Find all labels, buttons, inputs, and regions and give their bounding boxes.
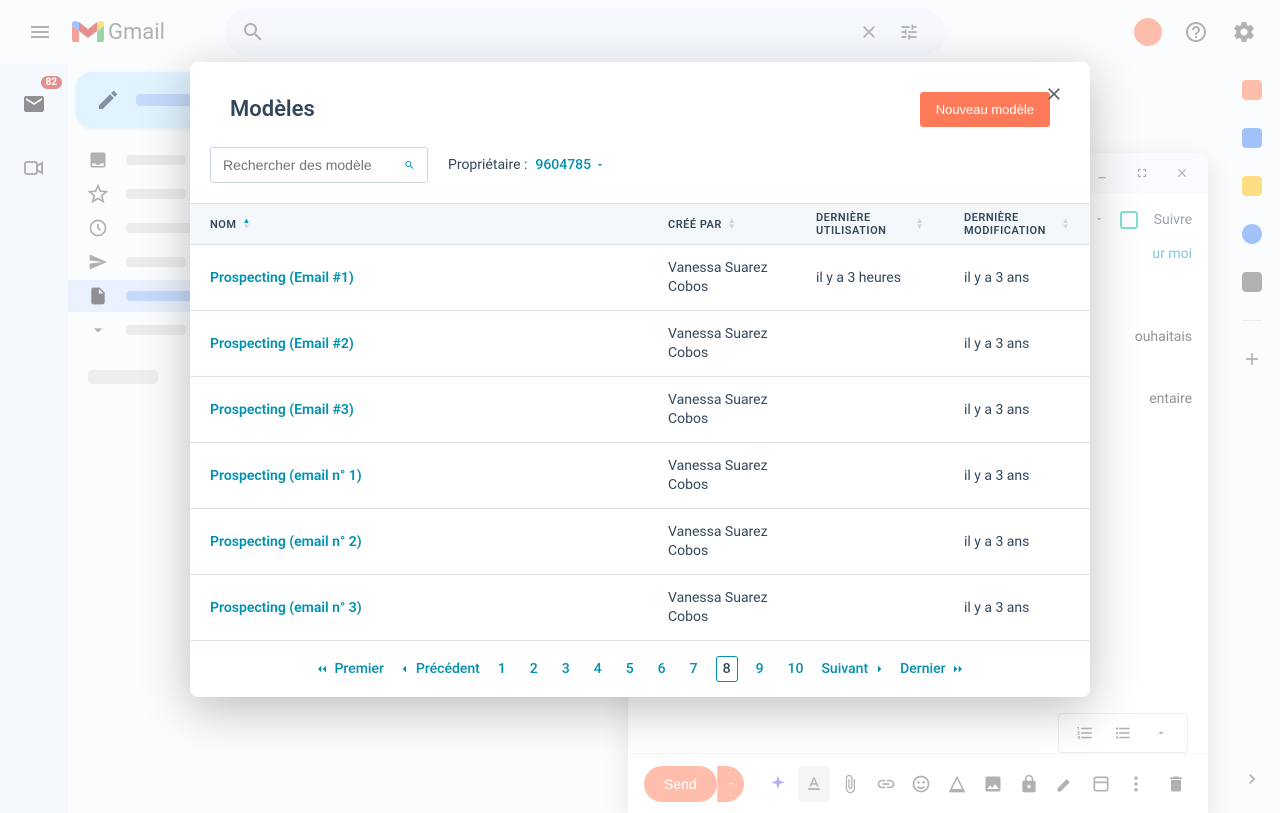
template-search-field[interactable]: [210, 147, 428, 183]
prev-page-button[interactable]: Précédent: [396, 661, 480, 677]
template-creator: Vanessa Suarez Cobos: [648, 259, 796, 295]
page-5[interactable]: 5: [620, 657, 640, 681]
template-name[interactable]: Prospecting (Email #1): [190, 270, 648, 286]
template-name[interactable]: Prospecting (email n° 1): [190, 468, 648, 484]
table-row[interactable]: Prospecting (email n° 1) Vanessa Suarez …: [190, 443, 1090, 509]
page-6[interactable]: 6: [652, 657, 672, 681]
column-last-use[interactable]: DERNIÈRE UTILISATION▲▼: [796, 204, 944, 244]
page-7[interactable]: 7: [684, 657, 704, 681]
modal-close-button[interactable]: [1038, 78, 1070, 110]
modal-overlay: Modèles Nouveau modèle Propriétaire : 96…: [0, 0, 1280, 813]
template-last-mod: il y a 3 ans: [944, 468, 1090, 484]
table-row[interactable]: Prospecting (Email #1) Vanessa Suarez Co…: [190, 245, 1090, 311]
table-row[interactable]: Prospecting (Email #3) Vanessa Suarez Co…: [190, 377, 1090, 443]
table-row[interactable]: Prospecting (Email #2) Vanessa Suarez Co…: [190, 311, 1090, 377]
page-2[interactable]: 2: [524, 657, 544, 681]
table-row[interactable]: Prospecting (email n° 2) Vanessa Suarez …: [190, 509, 1090, 575]
table-row[interactable]: Prospecting (email n° 3) Vanessa Suarez …: [190, 575, 1090, 641]
template-creator: Vanessa Suarez Cobos: [648, 523, 796, 559]
template-name[interactable]: Prospecting (Email #3): [190, 402, 648, 418]
owner-filter-value[interactable]: 9604785: [535, 157, 604, 173]
column-last-mod[interactable]: DERNIÈRE MODIFICATION▲▼: [944, 204, 1090, 244]
template-last-mod: il y a 3 ans: [944, 270, 1090, 286]
page-4[interactable]: 4: [588, 657, 608, 681]
template-last-mod: il y a 3 ans: [944, 600, 1090, 616]
template-last-mod: il y a 3 ans: [944, 534, 1090, 550]
search-icon: [404, 157, 415, 173]
template-last-mod: il y a 3 ans: [944, 336, 1090, 352]
template-search-input[interactable]: [223, 157, 404, 173]
new-template-button[interactable]: Nouveau modèle: [920, 92, 1050, 127]
owner-label: Propriétaire :: [448, 157, 527, 173]
column-creator[interactable]: CRÉÉ PAR▲▼: [648, 204, 796, 244]
template-creator: Vanessa Suarez Cobos: [648, 589, 796, 625]
column-name[interactable]: NOM▲▼: [190, 204, 648, 244]
templates-table: NOM▲▼ CRÉÉ PAR▲▼ DERNIÈRE UTILISATION▲▼ …: [190, 203, 1090, 641]
page-1[interactable]: 1: [492, 657, 512, 681]
next-page-button[interactable]: Suivant: [821, 661, 888, 677]
page-9[interactable]: 9: [750, 657, 770, 681]
pagination: Premier Précédent 1 2 3 4 5 6 7 8 9 10 S…: [190, 641, 1090, 697]
page-3[interactable]: 3: [556, 657, 576, 681]
page-8-current[interactable]: 8: [716, 656, 738, 682]
template-creator: Vanessa Suarez Cobos: [648, 391, 796, 427]
template-name[interactable]: Prospecting (Email #2): [190, 336, 648, 352]
modal-title: Modèles: [230, 97, 315, 122]
first-page-button[interactable]: Premier: [314, 661, 383, 677]
template-creator: Vanessa Suarez Cobos: [648, 457, 796, 493]
last-page-button[interactable]: Dernier: [900, 661, 965, 677]
template-creator: Vanessa Suarez Cobos: [648, 325, 796, 361]
templates-modal: Modèles Nouveau modèle Propriétaire : 96…: [190, 62, 1090, 697]
page-10[interactable]: 10: [782, 657, 810, 681]
template-name[interactable]: Prospecting (email n° 3): [190, 600, 648, 616]
template-name[interactable]: Prospecting (email n° 2): [190, 534, 648, 550]
template-last-use: il y a 3 heures: [796, 270, 944, 286]
template-last-mod: il y a 3 ans: [944, 402, 1090, 418]
